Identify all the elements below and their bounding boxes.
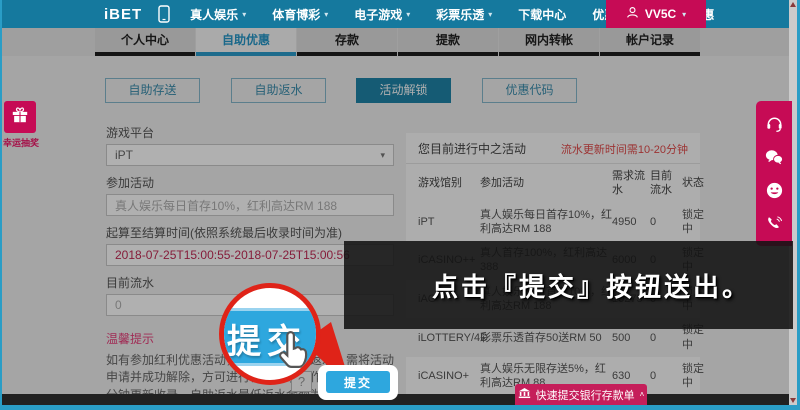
scrollbar-up-icon[interactable]: [790, 2, 796, 7]
scrollbar-down-icon[interactable]: [790, 398, 796, 403]
gift-icon: [11, 106, 29, 129]
contact-sidebar: [756, 101, 792, 246]
nav-label: 体育博彩: [272, 7, 321, 22]
quick-deposit-label: 快速提交银行存款单: [535, 389, 635, 402]
quick-deposit-button[interactable]: 快速提交银行存款单 ˄: [515, 384, 647, 405]
lucky-draw-button[interactable]: [4, 101, 36, 133]
mobile-phone-icon[interactable]: [158, 5, 170, 23]
tutorial-tooltip: 点击『提交』按钮送出。: [344, 241, 793, 329]
chevron-down-icon: ▾: [488, 9, 493, 19]
tooltip-text: 点击『提交』按钮送出。: [431, 271, 751, 302]
wechat-icon[interactable]: [764, 148, 784, 166]
nav-label: 彩票乐透: [436, 7, 485, 22]
top-navbar: iBET 真人娱乐▾ 体育博彩▾ 电子游戏▾ 彩票乐透▾ 下载中心 优惠活动 自…: [0, 0, 800, 28]
user-icon: [626, 6, 639, 22]
tutorial-dim-overlay: [2, 28, 797, 405]
nav-label: 电子游戏: [354, 7, 403, 22]
nav-lottery[interactable]: 彩票乐透 ▾: [436, 6, 492, 23]
chevron-down-icon: ▾: [682, 9, 687, 19]
page: iBET 真人娱乐▾ 体育博彩▾ 电子游戏▾ 彩票乐透▾ 下载中心 优惠活动 自…: [0, 0, 800, 410]
lucky-draw-label: 幸运抽奖: [2, 138, 39, 148]
ibet-logo: iBET: [104, 5, 143, 23]
nav-live-casino[interactable]: 真人娱乐 ▾: [190, 6, 246, 23]
username: VV5C: [644, 7, 677, 21]
chevron-down-icon: ▾: [242, 9, 247, 19]
magnifier-circle: 提交: [219, 283, 321, 385]
user-account-button[interactable]: VV5C ▾: [606, 0, 706, 28]
phone-icon[interactable]: [765, 215, 783, 233]
page-border-bottom: [0, 405, 800, 410]
chevron-down-icon: ▾: [406, 9, 411, 19]
nav-label: 下载中心: [518, 7, 567, 22]
submit-button[interactable]: 提交: [326, 371, 390, 393]
chevron-up-icon: ˄: [639, 390, 645, 399]
hand-cursor-icon: [273, 329, 311, 378]
chevron-down-icon: ▾: [324, 9, 329, 19]
nav-sportsbook[interactable]: 体育博彩 ▾: [272, 6, 328, 23]
nav-download[interactable]: 下载中心: [518, 6, 566, 23]
nav-label: 真人娱乐: [190, 7, 239, 22]
submit-button-spotlight: 提交: [318, 365, 398, 400]
smiley-icon[interactable]: [765, 181, 784, 200]
headset-icon[interactable]: [765, 114, 784, 133]
bank-icon: [518, 387, 531, 402]
page-border-left: [0, 0, 2, 410]
nav-slots[interactable]: 电子游戏 ▾: [354, 6, 410, 23]
